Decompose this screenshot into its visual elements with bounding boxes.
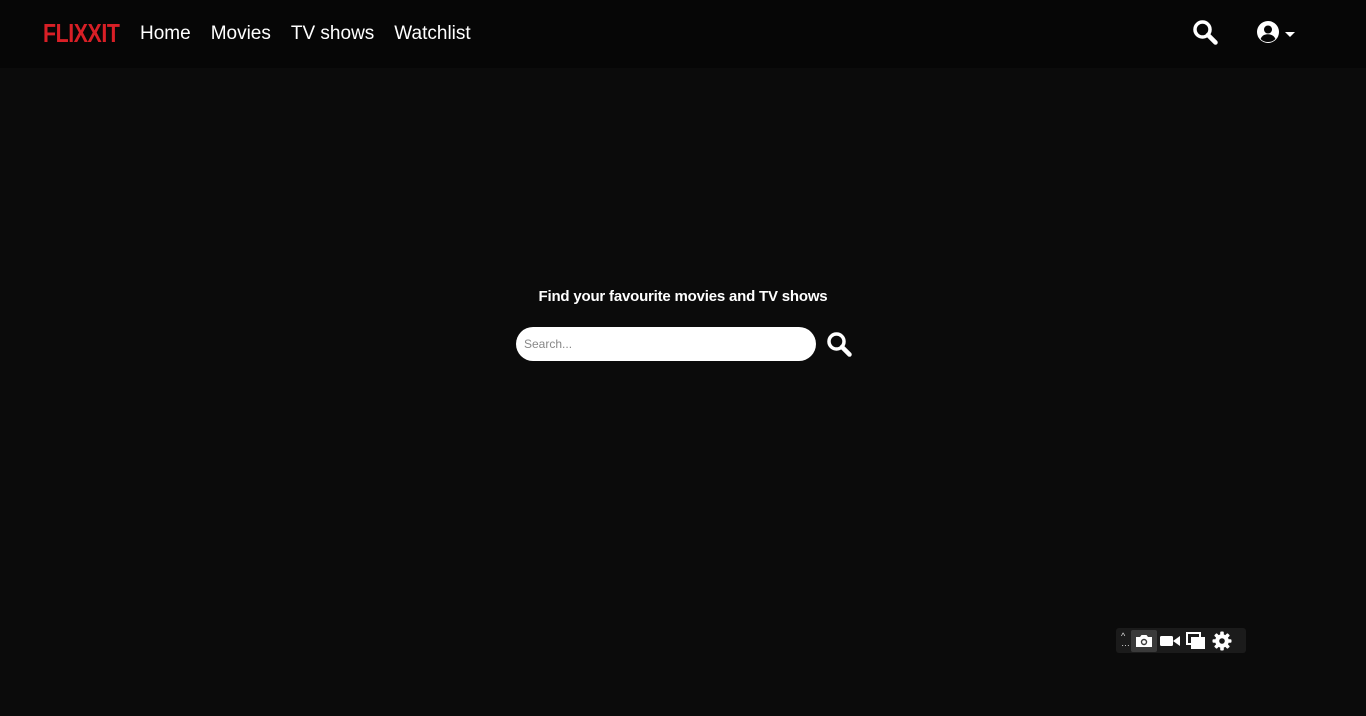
user-circle-icon [1256,20,1280,49]
caret-down-icon [1284,26,1296,44]
hero-title: Find your favourite movies and TV shows [538,288,828,305]
nav-watchlist-link[interactable]: Watchlist [394,22,470,46]
search-input[interactable] [516,327,816,361]
flixxit-logo[interactable]: FLIXXIT [43,18,120,48]
top-navbar: FLIXXIT Home Movies TV shows Watchlist [0,0,1366,68]
hero-section: Find your favourite movies and TV shows [0,288,1366,305]
main-nav: Home Movies TV shows Watchlist [140,22,471,46]
more-icon[interactable]: ^ … [1119,631,1131,651]
copy-window-icon[interactable] [1183,630,1209,652]
nav-movies-link[interactable]: Movies [211,22,271,46]
camera-icon[interactable] [1131,629,1157,652]
account-menu[interactable] [1256,20,1296,49]
hero-search-bar [516,327,852,361]
screen-capture-toolbar: ^ … [1116,628,1246,653]
nav-tv-shows-link[interactable]: TV shows [291,22,374,46]
video-camera-icon[interactable] [1157,630,1183,652]
search-submit-icon[interactable] [826,331,852,357]
nav-home-link[interactable]: Home [140,22,191,46]
search-icon[interactable] [1192,19,1218,45]
gear-icon[interactable] [1209,630,1235,652]
